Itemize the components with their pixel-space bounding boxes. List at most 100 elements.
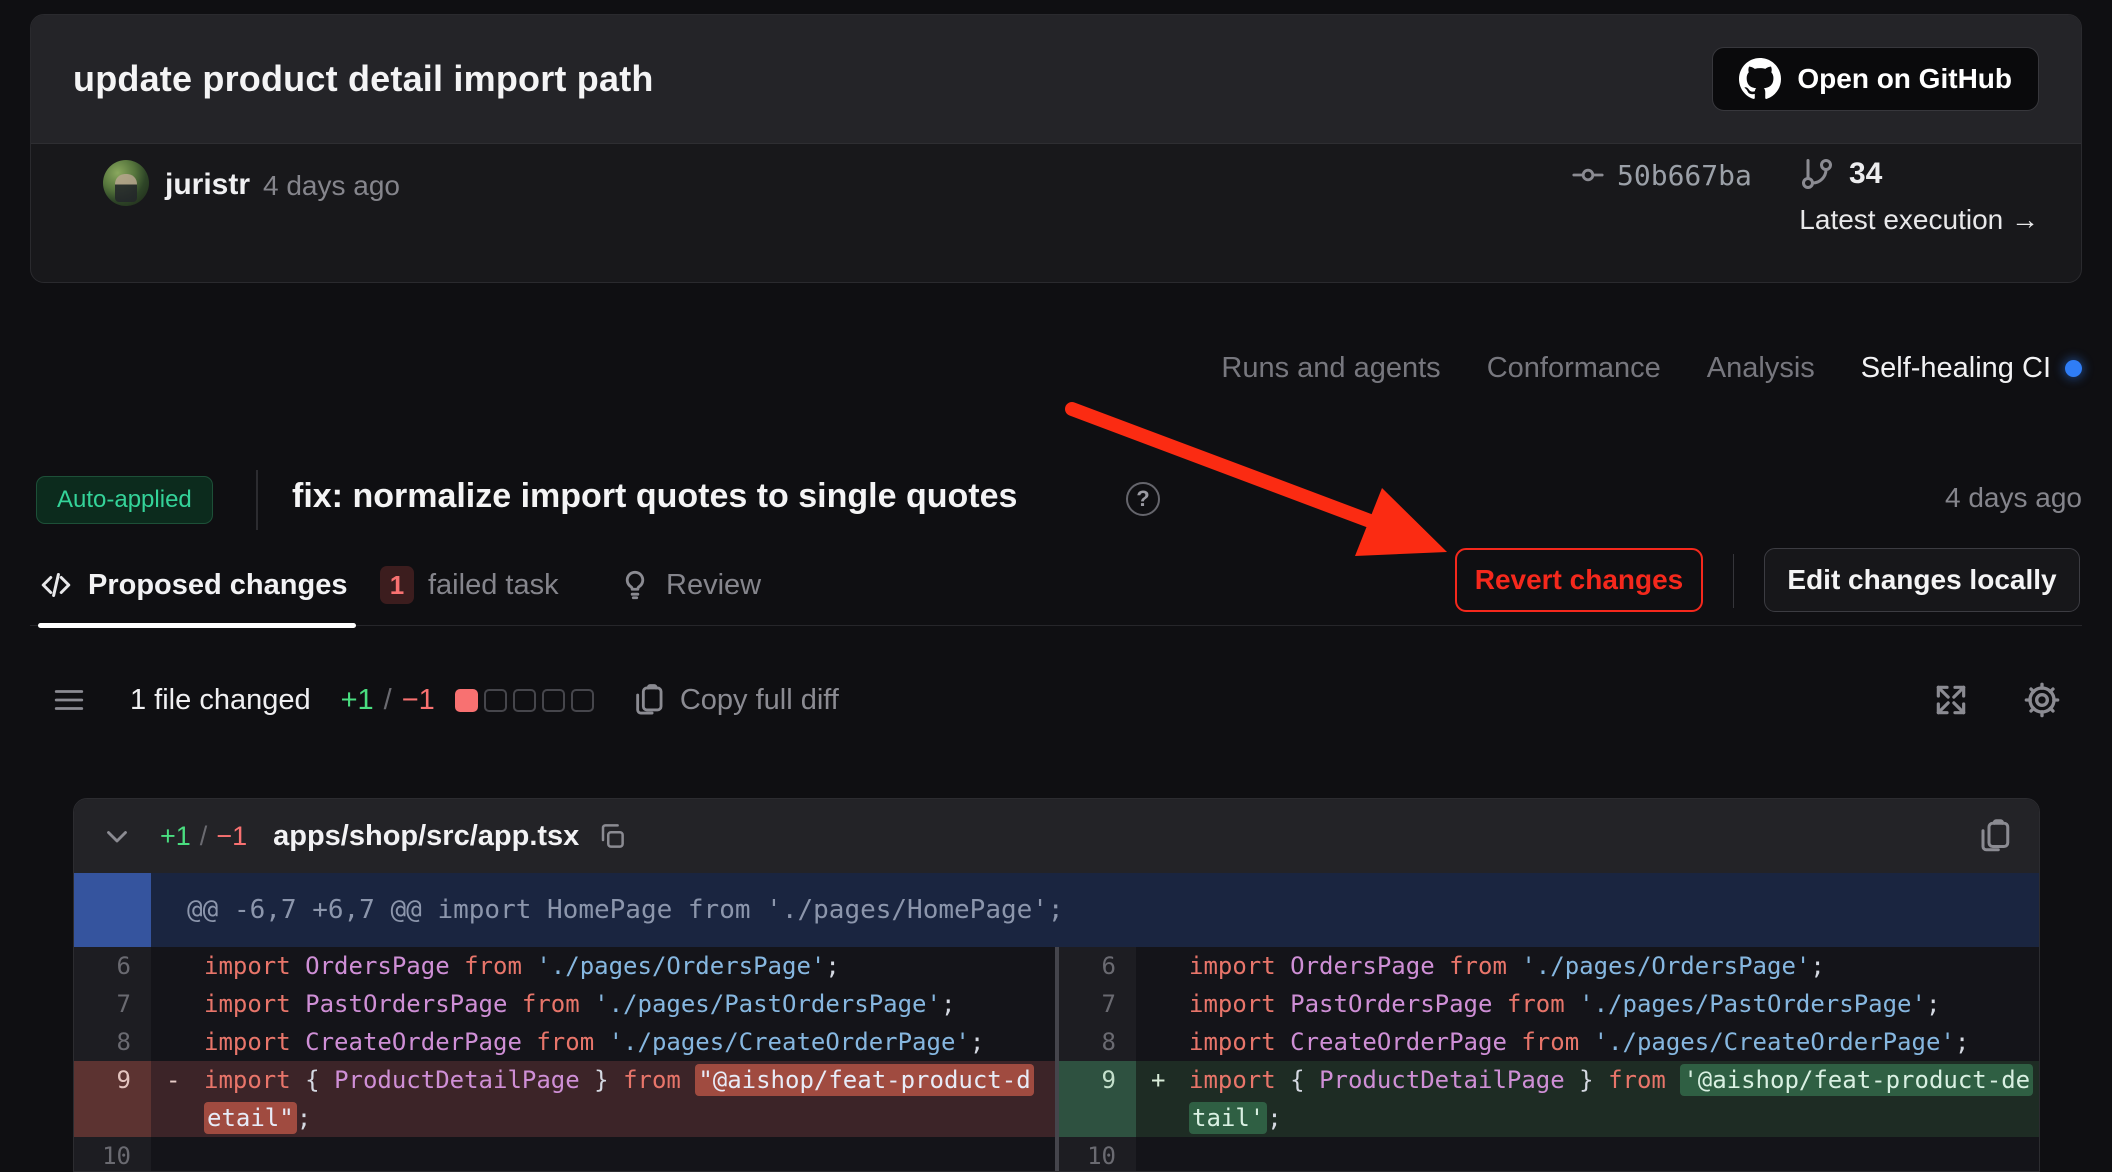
line-number: 8: [74, 1023, 151, 1061]
active-tab-underline: [38, 623, 356, 628]
commit-card: update product detail import path Open o…: [30, 14, 2082, 283]
tab-failed-task[interactable]: 1 failed task: [380, 558, 559, 612]
commit-time: 4 days ago: [263, 170, 400, 202]
files-changed-count: 1 file changed: [130, 684, 311, 717]
git-commit-icon: [1571, 158, 1605, 192]
diff-row-right-10: 10: [1059, 1137, 2039, 1172]
line-number: 8: [1059, 1023, 1136, 1061]
nav-tab-self-healing-label: Self-healing CI: [1861, 352, 2051, 385]
diff-marker: -: [166, 1061, 180, 1099]
ratio-square: [513, 689, 536, 712]
button-divider: [1733, 554, 1734, 608]
diff-toolbar: 1 file changed +1 / −1 Copy full diff: [50, 676, 2062, 724]
code-line: import { ProductDetailPage } from "@aish…: [151, 1061, 1055, 1137]
code-line: import CreateOrderPage from './pages/Cre…: [1136, 1023, 2039, 1061]
diff-row-right-9: 9import { ProductDetailPage } from '@ais…: [1059, 1061, 2039, 1137]
copy-file-diff-button[interactable]: [1977, 817, 2013, 855]
open-on-github-button[interactable]: Open on GitHub: [1712, 47, 2039, 111]
auto-applied-badge: Auto-applied: [36, 476, 213, 524]
tab-review-label: Review: [666, 569, 761, 602]
diff-file-card: +1 / −1 apps/shop/src/app.tsx @@ -6,7 +6…: [73, 798, 2040, 1172]
line-number: 10: [74, 1137, 151, 1172]
gear-settings-icon[interactable]: [2022, 680, 2062, 720]
code-line: import PastOrdersPage from './pages/Past…: [1136, 985, 2039, 1023]
diff-body: 6import OrdersPage from './pages/OrdersP…: [74, 947, 2039, 1172]
ratio-square: [484, 689, 507, 712]
page-title: update product detail import path: [73, 58, 654, 100]
code-line: import CreateOrderPage from './pages/Cre…: [151, 1023, 1055, 1061]
diff-row-right-8: 8import CreateOrderPage from './pages/Cr…: [1059, 1023, 2039, 1061]
expand-fullscreen-icon[interactable]: [1932, 681, 1970, 719]
diff-row-left-10: 10: [74, 1137, 1055, 1172]
clipboard-copy-icon: [632, 682, 666, 718]
tab-failed-label: failed task: [428, 569, 559, 602]
diff-marker: +: [1151, 1061, 1165, 1099]
run-number-group[interactable]: 34: [1799, 156, 1882, 192]
diff-row-left-8: 8import CreateOrderPage from './pages/Cr…: [74, 1023, 1055, 1061]
stats-separator: /: [384, 684, 392, 717]
line-number: 6: [74, 947, 151, 985]
line-number: 9: [74, 1061, 151, 1137]
fix-section-header: Auto-applied fix: normalize import quote…: [30, 470, 2082, 530]
lightbulb-icon: [618, 568, 652, 602]
file-deletions: −1: [216, 821, 247, 852]
diff-row-right-7: 7import PastOrdersPage from './pages/Pas…: [1059, 985, 2039, 1023]
diff-row-left-7: 7import PastOrdersPage from './pages/Pas…: [74, 985, 1055, 1023]
diff-row-right-6: 6import OrdersPage from './pages/OrdersP…: [1059, 947, 2039, 985]
nav-tab-self-healing-ci[interactable]: Self-healing CI: [1861, 352, 2082, 385]
code-line: import { ProductDetailPage } from '@aish…: [1136, 1061, 2039, 1137]
latest-execution-link[interactable]: Latest execution →: [1799, 204, 2039, 236]
commit-hash-group[interactable]: 50b667ba: [1571, 158, 1752, 192]
author-name: juristr: [165, 168, 250, 202]
copy-icon: [597, 821, 627, 851]
diff-pane-new: 6import OrdersPage from './pages/OrdersP…: [1059, 947, 2039, 1172]
commit-card-body: juristr 4 days ago 50b667ba 34 Latest ex…: [31, 144, 2081, 283]
additions-count: +1: [341, 684, 374, 717]
copy-full-diff-label: Copy full diff: [680, 684, 839, 717]
line-number: 6: [1059, 947, 1136, 985]
diff-file-header: +1 / −1 apps/shop/src/app.tsx: [74, 799, 2039, 873]
hunk-header-text: @@ -6,7 +6,7 @@ import HomePage from './…: [187, 895, 1064, 925]
hunk-header: @@ -6,7 +6,7 @@ import HomePage from './…: [74, 873, 2039, 947]
nav-tab-conformance[interactable]: Conformance: [1487, 352, 1661, 385]
nav-tab-runs-and-agents[interactable]: Runs and agents: [1221, 352, 1440, 385]
code-icon: [38, 567, 74, 603]
nav-tab-analysis[interactable]: Analysis: [1707, 352, 1815, 385]
avatar: [103, 160, 149, 206]
hamburger-menu-icon[interactable]: [50, 683, 88, 717]
diff-pane-old: 6import OrdersPage from './pages/OrdersP…: [74, 947, 1055, 1172]
fix-title: fix: normalize import quotes to single q…: [292, 477, 1017, 516]
hunk-gutter-block: [74, 873, 151, 947]
edit-changes-locally-button[interactable]: Edit changes locally: [1764, 548, 2080, 612]
tab-proposed-label: Proposed changes: [88, 569, 347, 602]
diff-row-left-9: 9import { ProductDetailPage } from "@ais…: [74, 1061, 1055, 1137]
copy-path-button[interactable]: [597, 821, 627, 851]
top-nav-tabs: Runs and agents Conformance Analysis Sel…: [1221, 352, 2082, 385]
tab-proposed-changes[interactable]: Proposed changes: [38, 558, 347, 612]
chevron-down-icon[interactable]: [100, 819, 134, 853]
ratio-square: [571, 689, 594, 712]
commit-card-header: update product detail import path Open o…: [31, 15, 2081, 144]
run-number: 34: [1849, 157, 1882, 191]
ratio-square: [542, 689, 565, 712]
revert-changes-button[interactable]: Revert changes: [1455, 548, 1703, 612]
clipboard-copy-icon: [1977, 817, 2013, 855]
section-divider: [256, 470, 258, 530]
ratio-square-filled: [455, 689, 478, 712]
help-icon[interactable]: ?: [1126, 482, 1160, 516]
file-path: apps/shop/src/app.tsx: [273, 820, 579, 853]
failed-count-badge: 1: [380, 566, 414, 604]
code-line: [151, 1137, 1055, 1172]
fix-time: 4 days ago: [1945, 482, 2082, 514]
open-on-github-label: Open on GitHub: [1797, 63, 2012, 95]
fix-tab-bar: Proposed changes 1 failed task Review Re…: [30, 558, 2082, 626]
tab-review[interactable]: Review: [618, 558, 761, 612]
diff-row-left-6: 6import OrdersPage from './pages/OrdersP…: [74, 947, 1055, 985]
copy-full-diff-button[interactable]: Copy full diff: [632, 682, 839, 718]
change-ratio-squares: [455, 689, 594, 712]
code-line: [1136, 1137, 2039, 1172]
line-number: 10: [1059, 1137, 1136, 1172]
commit-hash: 50b667ba: [1617, 159, 1752, 192]
code-line: import PastOrdersPage from './pages/Past…: [151, 985, 1055, 1023]
file-additions: +1: [160, 821, 191, 852]
